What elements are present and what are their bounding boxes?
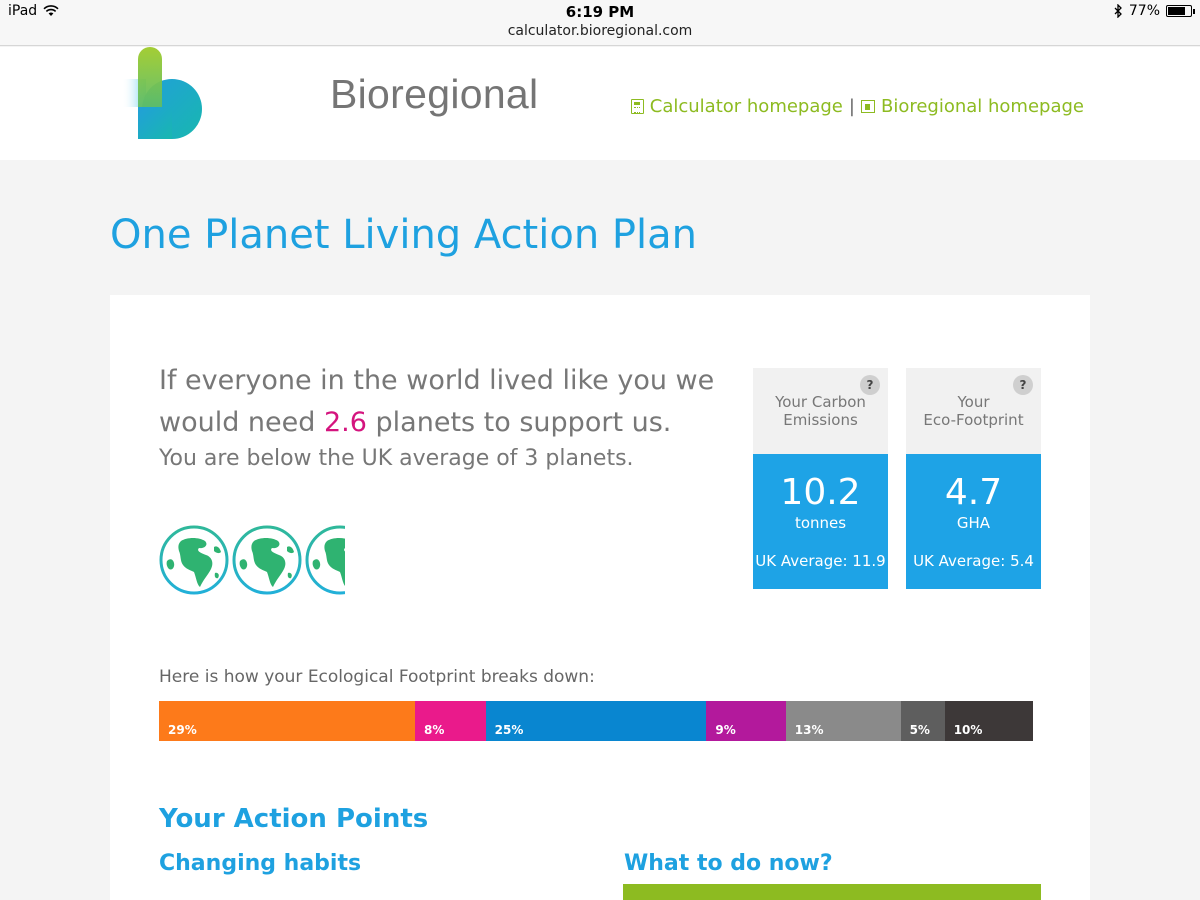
eco-footprint-body: 4.7 GHA UK Average: 5.4 [906,454,1041,589]
globe-icon [305,525,345,595]
changing-habits-heading: Changing habits [159,851,362,876]
carbon-emissions-title-1: Your Carbon [775,393,866,411]
carbon-emissions-title-2: Emissions [783,411,858,429]
status-bar: iPad 6:19 PM calculator.bioregional.com … [0,0,1200,46]
breakdown-label: Here is how your Ecological Footprint br… [159,667,595,687]
status-right: 77% [1114,3,1195,19]
breakdown-segment: 13% [785,701,901,741]
eco-footprint-title-2: Eco-Footprint [923,411,1024,429]
eco-footprint-title-1: Your [957,393,990,411]
action-points-heading: Your Action Points [159,804,429,834]
battery-icon [1166,5,1195,17]
carbon-emissions-card: ? Your Carbon Emissions 10.2 tonnes UK A… [753,368,888,589]
eco-footprint-unit: GHA [956,514,991,532]
calculator-homepage-link[interactable]: Calculator homepage [630,96,843,117]
calculator-icon [630,99,644,114]
eco-footprint-card: ? Your Eco-Footprint 4.7 GHA UK Average:… [906,368,1041,589]
footprint-breakdown-bar: 29% 8% 25% 9% 13% 5% 10% [159,701,1033,741]
globe-icon [159,525,229,595]
carbon-emissions-value: 10.2 [780,472,861,513]
eco-footprint-value: 4.7 [944,472,1003,513]
breakdown-segment: 9% [706,701,786,741]
site-header: Bioregional Calculator homepage | Bioreg… [0,47,1200,160]
globe-icon [232,525,302,595]
what-to-do-now-panel [623,884,1041,900]
page-title: One Planet Living Action Plan [110,212,697,258]
uk-average-text: You are below the UK average of 3 planet… [159,446,634,471]
carbon-emissions-average: UK Average: 11.9 [755,552,886,570]
intro-line-1: If everyone in the world lived like you … [159,365,715,396]
intro-line-2-prefix: would need [159,407,324,438]
clock: 6:19 PM [565,3,635,21]
results-card: If everyone in the world lived like you … [110,295,1090,900]
breakdown-segment: 10% [944,701,1033,741]
breakdown-segment: 5% [900,701,945,741]
help-icon[interactable]: ? [860,375,880,395]
planet-globes [159,525,345,595]
what-to-do-now-heading: What to do now? [624,851,833,876]
carbon-emissions-unit: tonnes [794,514,847,532]
carbon-emissions-body: 10.2 tonnes UK Average: 11.9 [753,454,888,589]
battery-percent: 77% [1128,3,1160,19]
bioregional-logo[interactable]: Bioregional [120,47,538,142]
intro-summary: If everyone in the world lived like you … [159,360,729,471]
bioregional-homepage-label: Bioregional homepage [880,96,1084,117]
planets-count: 2.6 [324,407,367,438]
eco-footprint-header: ? Your Eco-Footprint [906,368,1041,454]
bioregional-homepage-link[interactable]: Bioregional homepage [860,96,1084,117]
link-separator: | [848,96,855,117]
logo-text: Bioregional [330,71,539,117]
header-links: Calculator homepage | Bioregional homepa… [630,96,1084,117]
building-icon [860,100,875,113]
bluetooth-icon [1114,4,1122,18]
url-bar[interactable]: calculator.bioregional.com [0,23,1200,39]
eco-footprint-average: UK Average: 5.4 [913,552,1034,570]
intro-main-text: If everyone in the world lived like you … [159,360,729,444]
carbon-emissions-header: ? Your Carbon Emissions [753,368,888,454]
breakdown-segment: 25% [485,701,707,741]
breakdown-segment: 29% [159,701,416,741]
help-icon[interactable]: ? [1013,375,1033,395]
breakdown-segment: 8% [415,701,486,741]
calculator-homepage-label: Calculator homepage [649,96,843,117]
intro-line-2-suffix: planets to support us. [366,407,672,438]
bioregional-logo-mark [122,47,202,139]
